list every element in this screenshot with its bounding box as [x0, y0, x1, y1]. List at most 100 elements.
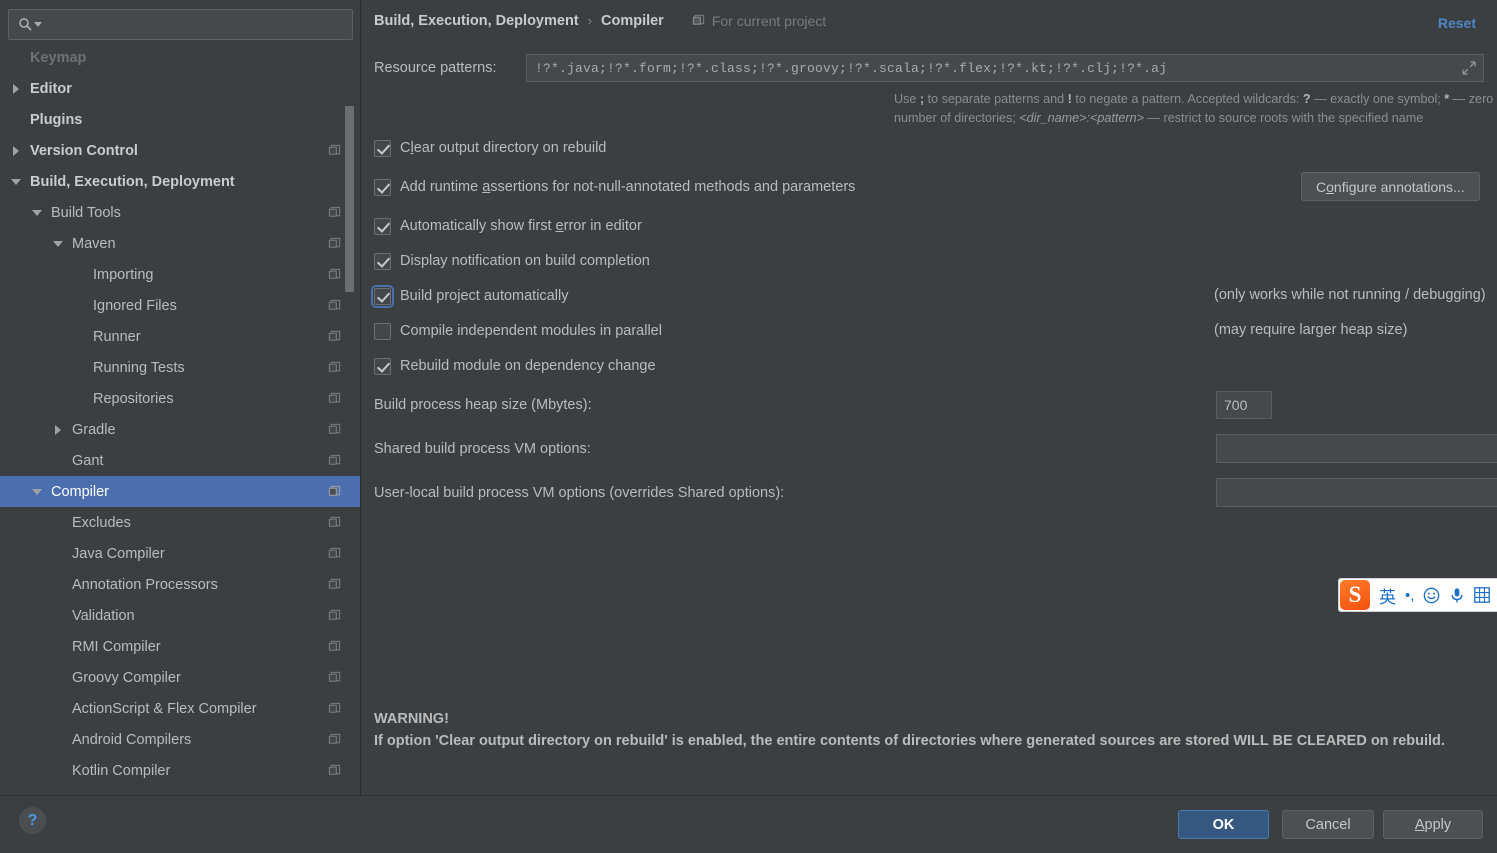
sogou-logo-icon[interactable]: S [1340, 580, 1370, 610]
sidebar-item-label: Importing [93, 266, 154, 283]
sidebar-scrollbar-thumb[interactable] [345, 106, 354, 292]
sidebar-item-label: Repositories [93, 390, 174, 407]
sidebar-item-gant[interactable]: Gant [0, 445, 360, 476]
checkbox-input[interactable] [374, 322, 391, 340]
sidebar-item-keymap[interactable]: Keymap [0, 42, 360, 73]
checkbox-input[interactable] [374, 139, 391, 157]
label-part: Compile independent modules in parallel [400, 323, 662, 339]
sidebar-item-repositories[interactable]: Repositories [0, 383, 360, 414]
chevron-right-icon[interactable] [10, 144, 24, 158]
resource-patterns-field[interactable] [526, 54, 1484, 82]
microphone-icon[interactable] [1449, 587, 1465, 604]
ime-floating-toolbar[interactable]: S 英 •, [1338, 578, 1497, 612]
for-current-project-indicator: For current project [692, 13, 826, 29]
expand-icon[interactable] [1462, 61, 1476, 75]
ime-punctuation-toggle[interactable]: •, [1405, 587, 1414, 604]
field-input-user-local-build-process-vm-options-over[interactable] [1216, 478, 1497, 507]
checkbox-input[interactable] [374, 357, 391, 375]
sidebar-item-label: Ignored Files [93, 297, 177, 314]
search-input[interactable] [42, 17, 352, 32]
ime-language-mode[interactable]: 英 [1379, 583, 1396, 608]
sidebar-item-annotation-processors[interactable]: Annotation Processors [0, 569, 360, 600]
sidebar-item-gradle[interactable]: Gradle [0, 414, 360, 445]
checkbox-add-runtime-assertions-for-not-null-annotate[interactable]: Add runtime assertions for not-null-anno… [374, 176, 855, 198]
sidebar-item-label: Runner [93, 328, 141, 345]
sidebar-item-actionscript-flex-compiler[interactable]: ActionScript & Flex Compiler [0, 693, 360, 724]
field-label: Shared build process VM options: [374, 441, 591, 457]
chevron-down-icon[interactable] [31, 206, 45, 220]
label-part: C [400, 140, 411, 156]
sidebar-item-android-compilers[interactable]: Android Compilers [0, 724, 360, 755]
sidebar-item-rmi-compiler[interactable]: RMI Compiler [0, 631, 360, 662]
sidebar-item-version-control[interactable]: Version Control [0, 135, 360, 166]
dialog-footer [0, 795, 1497, 853]
checkbox-clear-output-directory-on-rebuild[interactable]: Clear output directory on rebuild [374, 137, 606, 159]
project-scope-icon [328, 299, 341, 312]
sidebar-item-editor[interactable]: Editor [0, 73, 360, 104]
checkbox-input[interactable] [374, 252, 391, 270]
sidebar-item-running-tests[interactable]: Running Tests [0, 352, 360, 383]
sidebar-item-label: Validation [72, 607, 135, 624]
chevron-down-icon[interactable] [31, 485, 45, 499]
sidebar-item-runner[interactable]: Runner [0, 321, 360, 352]
configure-annotations-button[interactable]: Configure annotations... [1301, 172, 1480, 201]
project-scope-icon [328, 361, 341, 374]
chevron-down-icon[interactable] [10, 175, 24, 189]
checkbox-input[interactable] [371, 284, 394, 308]
sidebar-item-build-tools[interactable]: Build Tools [0, 197, 360, 228]
chevron-right-icon[interactable] [10, 82, 24, 96]
for-current-project-label: For current project [711, 12, 827, 29]
sidebar-item-java-compiler[interactable]: Java Compiler [0, 538, 360, 569]
settings-main-panel: Build, Execution, Deployment › Compiler … [361, 0, 1497, 795]
sidebar-item-label: Kotlin Compiler [72, 762, 171, 779]
label-part: rror in editor [563, 218, 642, 234]
search-box[interactable] [8, 9, 353, 40]
sidebar-item-label: Maven [72, 235, 116, 252]
sidebar-item-importing[interactable]: Importing [0, 259, 360, 290]
checkbox-compile-independent-modules-in-parallel[interactable]: Compile independent modules in parallel [374, 320, 662, 342]
resource-patterns-input[interactable] [527, 55, 1483, 81]
sidebar-item-build-execution-deployment[interactable]: Build, Execution, Deployment [0, 166, 360, 197]
project-scope-icon [328, 702, 341, 715]
sidebar-scrollbar-track[interactable] [345, 42, 357, 795]
sidebar-item-kotlin-compiler[interactable]: Kotlin Compiler [0, 755, 360, 786]
project-scope-icon [328, 640, 341, 653]
checkbox-display-notification-on-build-completion[interactable]: Display notification on build completion [374, 250, 650, 272]
label-part: ssertions for not-null-annotated methods… [490, 179, 856, 195]
chevron-down-icon[interactable] [52, 237, 66, 251]
sidebar-item-ignored-files[interactable]: Ignored Files [0, 290, 360, 321]
chevron-right-icon[interactable] [52, 423, 66, 437]
sidebar-item-groovy-compiler[interactable]: Groovy Compiler [0, 662, 360, 693]
checkbox-input[interactable] [374, 178, 391, 196]
sidebar-item-validation[interactable]: Validation [0, 600, 360, 631]
sidebar-item-compiler[interactable]: Compiler [0, 476, 360, 507]
checkbox-automatically-show-first-error-in-editor[interactable]: Automatically show first error in editor [374, 215, 642, 237]
label-mnemonic: e [555, 218, 564, 234]
option-hint: (may require larger heap size) [1214, 322, 1408, 338]
keyboard-icon[interactable] [1474, 587, 1491, 603]
checkbox-rebuild-module-on-dependency-change[interactable]: Rebuild module on dependency change [374, 355, 656, 377]
chevron-down-icon [34, 21, 42, 27]
sidebar-item-label: Plugins [30, 111, 83, 128]
sidebar-item-excludes[interactable]: Excludes [0, 507, 360, 538]
checkbox-input[interactable] [374, 217, 391, 235]
smiley-icon[interactable] [1423, 587, 1440, 604]
sidebar-item-maven[interactable]: Maven [0, 228, 360, 259]
help-button[interactable]: ? [19, 807, 46, 834]
field-input-build-process-heap-size-mbytes[interactable] [1216, 391, 1272, 419]
sidebar-item-plugins[interactable]: Plugins [0, 104, 360, 135]
checkbox-build-project-automatically[interactable]: Build project automatically [371, 284, 568, 308]
field-input-shared-build-process-vm-options[interactable] [1216, 434, 1497, 463]
breadcrumb-root[interactable]: Build, Execution, Deployment [374, 13, 579, 29]
checkbox-label: Rebuild module on dependency change [400, 358, 656, 374]
apply-button[interactable]: Apply [1383, 810, 1483, 839]
reset-link[interactable]: Reset [1438, 15, 1476, 31]
ok-button[interactable]: OK [1178, 810, 1269, 839]
cancel-button[interactable]: Cancel [1282, 810, 1374, 839]
